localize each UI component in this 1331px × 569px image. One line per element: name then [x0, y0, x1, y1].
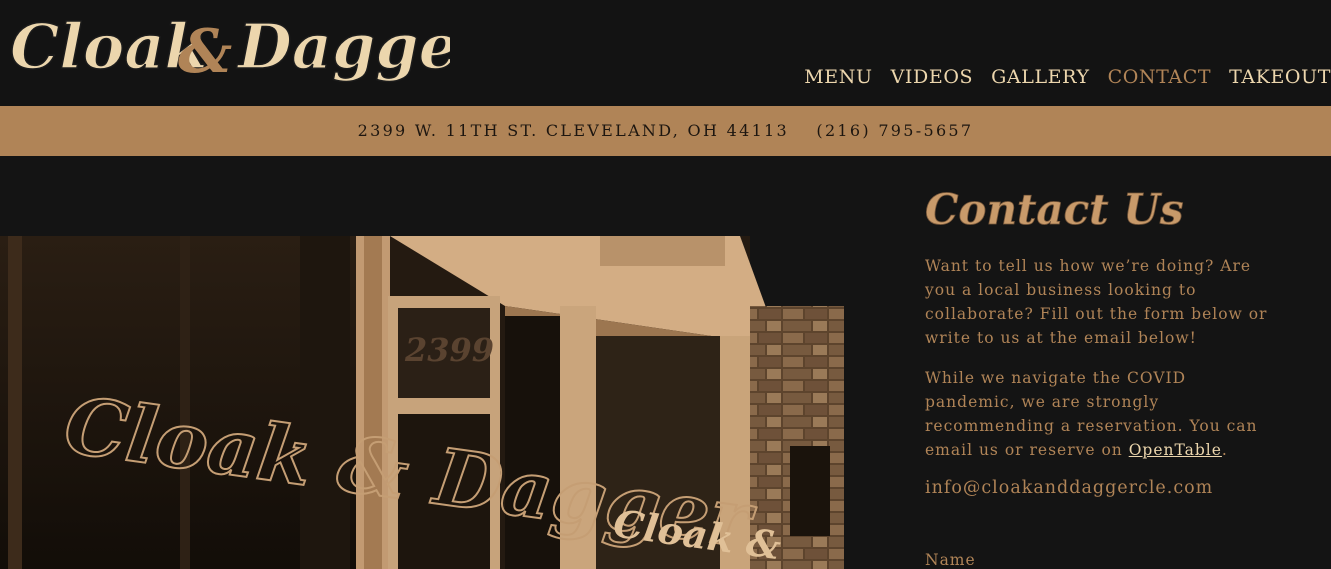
opentable-link[interactable]: OpenTable [1129, 441, 1222, 459]
contact-intro: Want to tell us how we’re doing? Are you… [925, 257, 1268, 347]
nav-gallery[interactable]: GALLERY [991, 66, 1089, 96]
svg-text:Dagger: Dagger [236, 10, 450, 83]
address-text: 2399 W. 11TH ST. CLEVELAND, OH 44113 [357, 121, 790, 140]
svg-text:&: & [178, 17, 232, 86]
street-number: 2399 [404, 331, 494, 369]
nav-menu[interactable]: MENU [804, 66, 872, 96]
storefront-illustration: Cloak & Dagger Cloak & 2399 [0, 236, 844, 569]
email-link[interactable]: info@cloakanddaggercle.com [925, 478, 1285, 498]
nav-contact[interactable]: CONTACT [1108, 66, 1212, 96]
site-header: Cloak & Dagger MENU VIDEOS GALLERY CONTA… [0, 0, 1331, 106]
nav-videos[interactable]: VIDEOS [891, 66, 974, 96]
address-bar: 2399 W. 11TH ST. CLEVELAND, OH 44113 (21… [0, 106, 1331, 156]
storefront-photo: Cloak & Dagger Cloak & 2399 [0, 236, 844, 569]
name-field-label: Name [925, 551, 976, 569]
phone-number[interactable]: (216) 795-5657 [816, 121, 973, 140]
svg-text:Contact Us: Contact Us [925, 185, 1183, 234]
site-logo[interactable]: Cloak & Dagger [10, 6, 450, 86]
main-nav: MENU VIDEOS GALLERY CONTACT TAKEOUT [786, 66, 1331, 96]
contact-heading: Contact Us [925, 185, 1184, 235]
contact-section: Contact Us Want to tell us how we’re doi… [925, 180, 1285, 498]
covid-notice: While we navigate the COVID pandemic, we… [925, 369, 1258, 459]
nav-takeout[interactable]: TAKEOUT [1229, 66, 1331, 96]
